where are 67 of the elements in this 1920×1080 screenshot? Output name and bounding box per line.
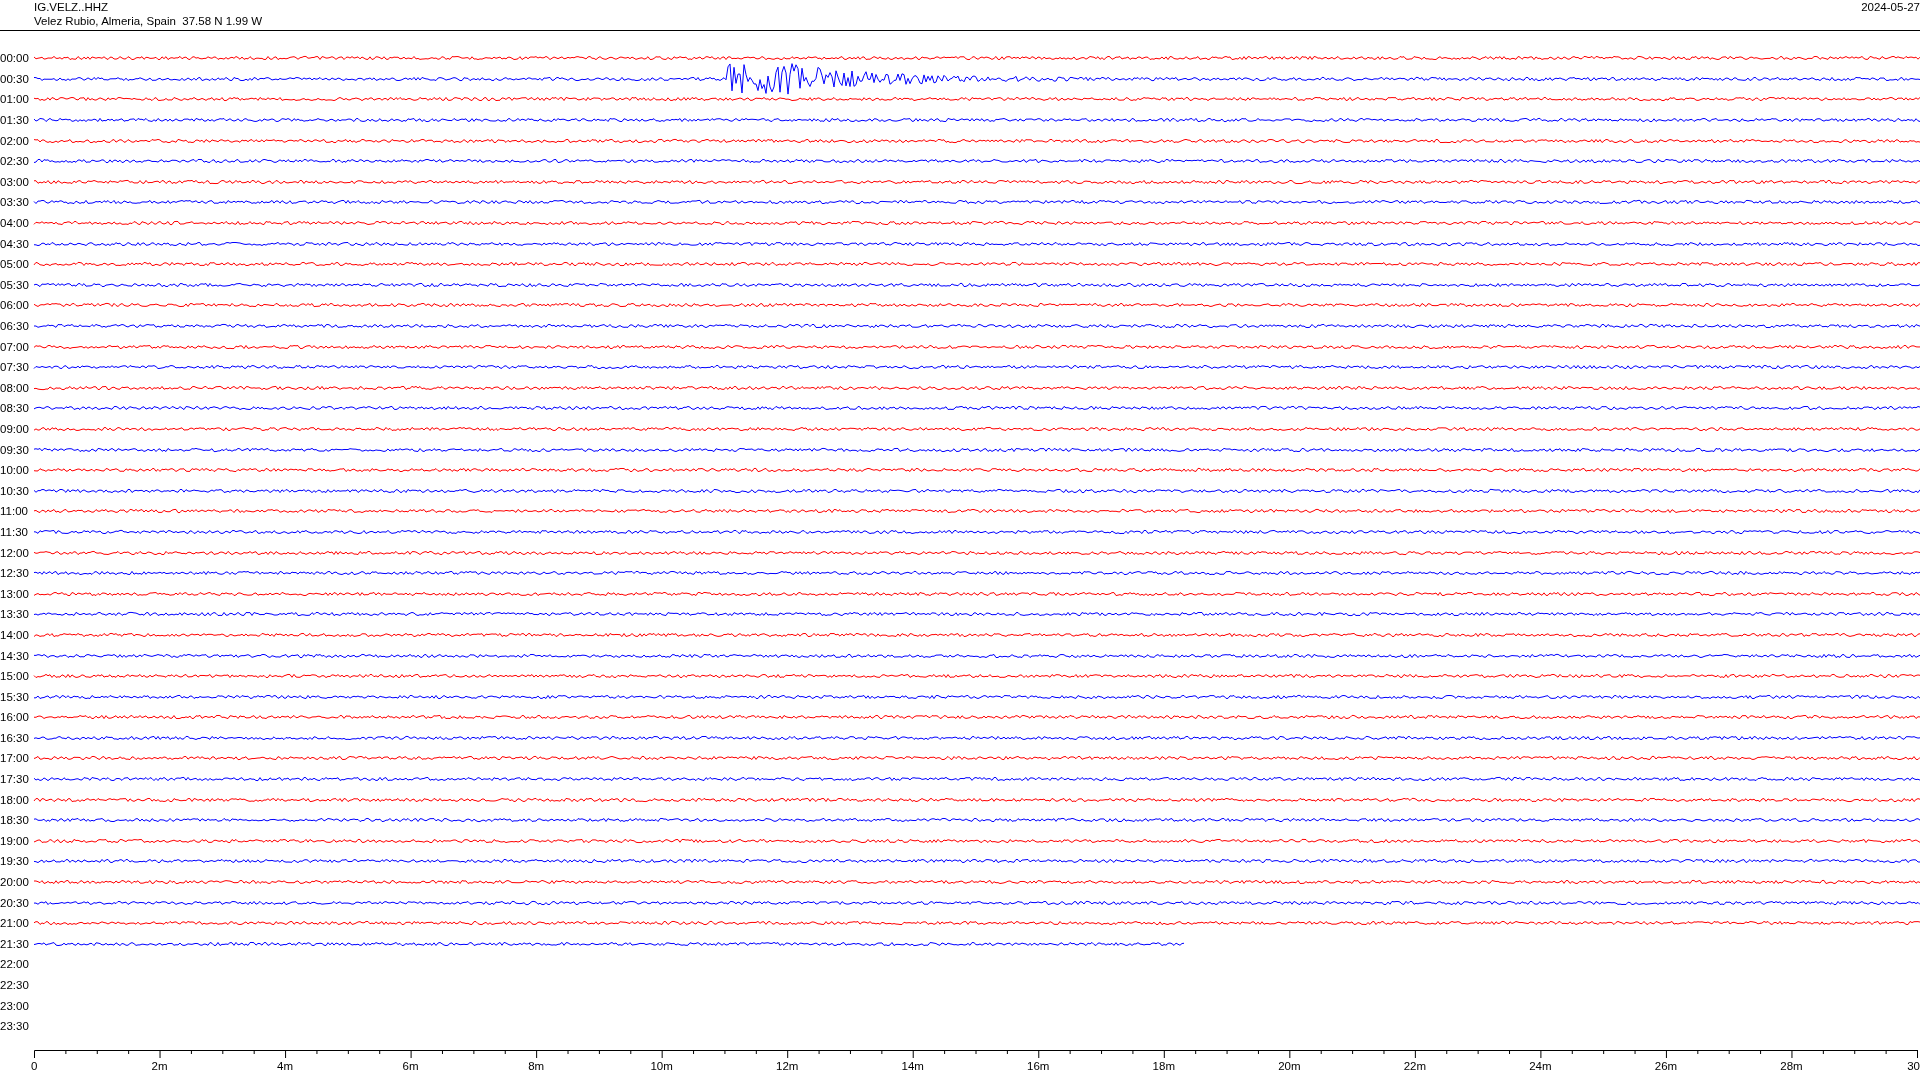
time-label: 18:30 <box>0 813 30 828</box>
time-label: 11:30 <box>0 524 29 539</box>
axis-label: 10m <box>650 1059 673 1073</box>
time-label: 00:00 <box>0 51 30 66</box>
time-label: 08:00 <box>0 380 30 395</box>
axis-label: 30 <box>1907 1059 1920 1073</box>
time-label: 07:30 <box>0 360 30 375</box>
time-label: 21:30 <box>0 936 30 951</box>
time-label: 06:30 <box>0 319 30 333</box>
time-label: 01:00 <box>0 92 30 107</box>
time-label: 03:00 <box>0 174 30 189</box>
axis-label: 28m <box>1780 1059 1803 1073</box>
time-label: 09:00 <box>0 422 30 436</box>
axis-label: 20m <box>1278 1059 1301 1073</box>
time-label: 17:30 <box>0 772 30 787</box>
time-label: 13:00 <box>0 586 30 601</box>
time-label: 09:30 <box>0 442 30 457</box>
time-label: 12:00 <box>0 545 30 560</box>
time-label: 17:00 <box>0 751 30 766</box>
station-code: IG.VELZ..HHZ <box>34 0 110 14</box>
time-label: 02:00 <box>0 133 30 148</box>
axis-label: 6m <box>402 1059 419 1073</box>
time-label: 19:30 <box>0 854 30 869</box>
time-label: 15:00 <box>0 669 30 684</box>
time-label: 08:30 <box>0 401 30 416</box>
time-label: 11:00 <box>0 504 29 519</box>
axis-label: 8m <box>528 1059 545 1073</box>
axis-label: 24m <box>1529 1059 1552 1073</box>
time-label: 01:30 <box>0 113 30 128</box>
axis-label: 12m <box>776 1059 799 1073</box>
axis-label: 18m <box>1152 1059 1175 1073</box>
time-label: 16:30 <box>0 730 30 745</box>
time-label: 00:30 <box>0 71 30 86</box>
time-label: 22:30 <box>0 978 30 992</box>
time-label: 04:30 <box>0 236 30 251</box>
time-label: 12:30 <box>0 566 30 581</box>
axis-label: 14m <box>901 1059 924 1073</box>
time-label: 19:00 <box>0 833 30 848</box>
time-label: 02:30 <box>0 154 30 169</box>
station-location: Velez Rubio, Almeria, Spain 37.58 N 1.99 W <box>34 14 263 28</box>
axis-label: 2m <box>151 1059 168 1073</box>
time-label: 05:00 <box>0 257 30 272</box>
axis-label: 26m <box>1654 1059 1678 1073</box>
time-label: 03:30 <box>0 195 30 210</box>
time-label: 06:00 <box>0 298 30 313</box>
time-label: 14:30 <box>0 648 30 663</box>
axis-label: 4m <box>277 1059 294 1073</box>
time-label: 07:00 <box>0 339 30 354</box>
time-label: 21:00 <box>0 916 30 931</box>
axis-label: 22m <box>1403 1059 1427 1073</box>
time-label: 18:00 <box>0 792 30 807</box>
time-label: 23:30 <box>0 1019 30 1034</box>
time-label: 10:30 <box>0 483 30 498</box>
axis-label: 0 <box>31 1059 38 1073</box>
time-label: 05:30 <box>0 277 30 292</box>
time-label: 20:00 <box>0 875 30 890</box>
axis-label: 16m <box>1027 1059 1050 1073</box>
time-label: 20:30 <box>0 895 30 910</box>
time-label: 04:00 <box>0 216 30 231</box>
time-label: 15:30 <box>0 689 30 704</box>
time-label: 14:00 <box>0 627 30 642</box>
time-label: 22:00 <box>0 957 30 972</box>
time-label: 10:00 <box>0 463 30 478</box>
time-label: 13:30 <box>0 607 30 622</box>
record-date: 2024-05-27 <box>1861 0 1920 14</box>
time-label: 23:00 <box>0 998 30 1013</box>
time-label: 16:00 <box>0 710 30 725</box>
